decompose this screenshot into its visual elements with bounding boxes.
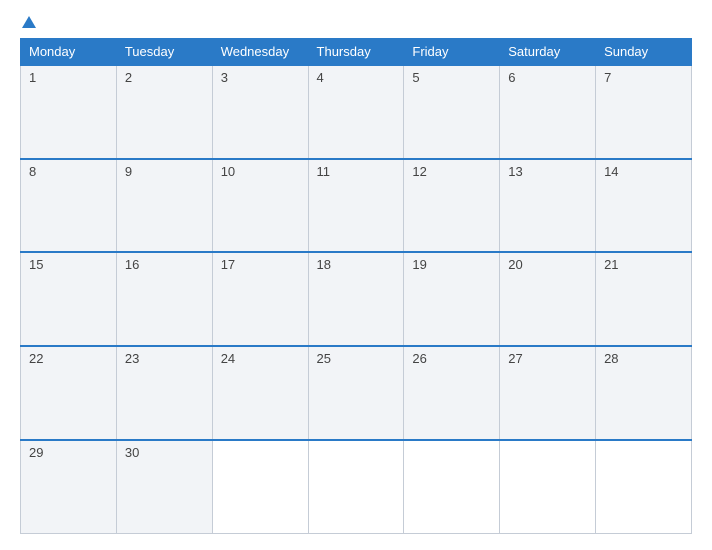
day-number: 4 xyxy=(317,70,324,85)
day-number: 11 xyxy=(317,164,331,179)
calendar-week-row-1: 1 2 3 4 5 6 7 xyxy=(21,65,692,159)
calendar-cell: 21 xyxy=(596,252,692,346)
calendar-cell: 18 xyxy=(308,252,404,346)
calendar-header: MondayTuesdayWednesdayThursdayFridaySatu… xyxy=(21,39,692,66)
day-number: 12 xyxy=(412,164,426,179)
weekday-header-monday: Monday xyxy=(21,39,117,66)
calendar-cell: 7 xyxy=(596,65,692,159)
calendar-cell: 1 xyxy=(21,65,117,159)
calendar-cell: 13 xyxy=(500,159,596,253)
day-number: 5 xyxy=(412,70,419,85)
day-number: 20 xyxy=(508,257,522,272)
calendar-week-row-2: 8 9 10 11 12 13 14 xyxy=(21,159,692,253)
day-number: 10 xyxy=(221,164,235,179)
calendar-cell: 4 xyxy=(308,65,404,159)
day-number: 21 xyxy=(604,257,618,272)
day-number: 23 xyxy=(125,351,139,366)
calendar-week-row-3: 15 16 17 18 19 20 21 xyxy=(21,252,692,346)
calendar-cell: 11 xyxy=(308,159,404,253)
day-number: 9 xyxy=(125,164,132,179)
calendar-cell: 28 xyxy=(596,346,692,440)
day-number: 19 xyxy=(412,257,426,272)
calendar-cell xyxy=(212,440,308,534)
day-number: 27 xyxy=(508,351,522,366)
logo-triangle-icon xyxy=(22,16,36,28)
calendar-cell: 27 xyxy=(500,346,596,440)
weekday-header-friday: Friday xyxy=(404,39,500,66)
day-number: 30 xyxy=(125,445,139,460)
day-number: 8 xyxy=(29,164,36,179)
calendar-cell: 22 xyxy=(21,346,117,440)
calendar-cell: 6 xyxy=(500,65,596,159)
calendar-cell xyxy=(404,440,500,534)
calendar-table: MondayTuesdayWednesdayThursdayFridaySatu… xyxy=(20,38,692,534)
day-number: 29 xyxy=(29,445,43,460)
day-number: 16 xyxy=(125,257,139,272)
day-number: 1 xyxy=(29,70,36,85)
calendar-cell xyxy=(500,440,596,534)
day-number: 28 xyxy=(604,351,618,366)
weekday-header-row: MondayTuesdayWednesdayThursdayFridaySatu… xyxy=(21,39,692,66)
calendar-body: 1234567891011121314151617181920212223242… xyxy=(21,65,692,534)
page-header xyxy=(20,16,692,28)
logo xyxy=(20,16,36,28)
day-number: 6 xyxy=(508,70,515,85)
calendar-cell: 30 xyxy=(116,440,212,534)
day-number: 18 xyxy=(317,257,331,272)
calendar-cell: 14 xyxy=(596,159,692,253)
calendar-cell: 10 xyxy=(212,159,308,253)
day-number: 22 xyxy=(29,351,43,366)
day-number: 15 xyxy=(29,257,43,272)
day-number: 24 xyxy=(221,351,235,366)
calendar-cell: 23 xyxy=(116,346,212,440)
day-number: 25 xyxy=(317,351,331,366)
calendar-week-row-4: 22 23 24 25 26 27 28 xyxy=(21,346,692,440)
calendar-cell: 17 xyxy=(212,252,308,346)
logo-blue-text xyxy=(20,16,36,28)
weekday-header-thursday: Thursday xyxy=(308,39,404,66)
calendar-cell: 12 xyxy=(404,159,500,253)
calendar-cell: 5 xyxy=(404,65,500,159)
calendar-cell: 3 xyxy=(212,65,308,159)
weekday-header-tuesday: Tuesday xyxy=(116,39,212,66)
calendar-cell: 2 xyxy=(116,65,212,159)
calendar-cell xyxy=(596,440,692,534)
calendar-cell: 24 xyxy=(212,346,308,440)
weekday-header-wednesday: Wednesday xyxy=(212,39,308,66)
day-number: 3 xyxy=(221,70,228,85)
calendar-cell: 29 xyxy=(21,440,117,534)
calendar-cell: 9 xyxy=(116,159,212,253)
weekday-header-saturday: Saturday xyxy=(500,39,596,66)
calendar-cell: 20 xyxy=(500,252,596,346)
day-number: 7 xyxy=(604,70,611,85)
calendar-cell xyxy=(308,440,404,534)
calendar-cell: 8 xyxy=(21,159,117,253)
day-number: 17 xyxy=(221,257,235,272)
calendar-cell: 25 xyxy=(308,346,404,440)
day-number: 2 xyxy=(125,70,132,85)
day-number: 14 xyxy=(604,164,618,179)
day-number: 26 xyxy=(412,351,426,366)
calendar-cell: 19 xyxy=(404,252,500,346)
day-number: 13 xyxy=(508,164,522,179)
calendar-cell: 16 xyxy=(116,252,212,346)
calendar-week-row-5: 29 30 xyxy=(21,440,692,534)
calendar-cell: 15 xyxy=(21,252,117,346)
calendar-cell: 26 xyxy=(404,346,500,440)
weekday-header-sunday: Sunday xyxy=(596,39,692,66)
